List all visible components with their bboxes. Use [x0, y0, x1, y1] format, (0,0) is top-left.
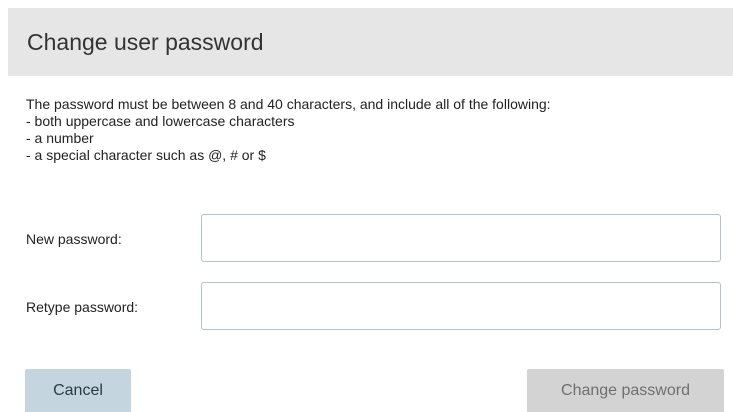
retype-password-row: Retype password:: [8, 282, 733, 332]
backdrop-strip: [0, 0, 733, 8]
change-password-dialog: Change user password The password must b…: [8, 8, 733, 412]
new-password-label: New password:: [26, 231, 122, 247]
dialog-header: Change user password: [8, 8, 733, 76]
dialog-title: Change user password: [27, 29, 264, 55]
new-password-input[interactable]: [201, 214, 721, 262]
retype-password-input[interactable]: [201, 282, 721, 330]
retype-password-label: Retype password:: [26, 299, 139, 315]
requirements-intro: The password must be between 8 and 40 ch…: [26, 96, 551, 112]
cancel-button[interactable]: Cancel: [25, 369, 131, 412]
new-password-row: New password:: [8, 214, 733, 264]
requirement-special-character: - a special character such as @, # or $: [26, 147, 266, 163]
requirement-case: - both uppercase and lowercase character…: [26, 113, 295, 129]
password-requirements: The password must be between 8 and 40 ch…: [26, 96, 716, 164]
requirement-number: - a number: [26, 130, 94, 146]
change-password-button[interactable]: Change password: [527, 369, 724, 412]
